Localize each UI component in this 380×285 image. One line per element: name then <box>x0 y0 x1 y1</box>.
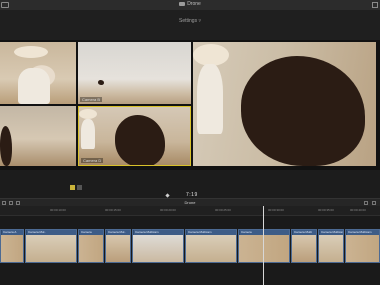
angle-viewer: Camera B Camera D <box>0 40 380 170</box>
title-bar: Drone <box>0 0 380 10</box>
clip[interactable]: Camera Multicam <box>318 229 344 263</box>
person-shape <box>81 119 95 149</box>
audio-switch-icon[interactable] <box>77 185 82 190</box>
hat-shape <box>14 46 48 58</box>
clip[interactable]: Camera Multi <box>291 229 317 263</box>
main-viewer[interactable] <box>193 42 376 166</box>
clip[interactable]: Camera <box>238 229 290 263</box>
ruler-tick: 00:00:35:00 <box>318 208 334 212</box>
clip[interactable]: Camera Mul.. <box>105 229 131 263</box>
ruler-tick: 00:00:10:00 <box>50 208 66 212</box>
angle-label: Camera D <box>81 158 104 163</box>
timeline-name: Drone <box>184 200 196 205</box>
person-shape <box>18 68 50 104</box>
person-shape <box>197 64 223 134</box>
ruler-tick: 00:00:40:00 <box>350 208 366 212</box>
clip[interactable]: Camera Multicam <box>132 229 184 263</box>
clip[interactable]: Camera Mul.. <box>25 229 77 263</box>
ruler-tick: 00:00:30:00 <box>268 208 284 212</box>
clip[interactable]: Camera <box>78 229 104 263</box>
ruler-tick: 00:00:25:00 <box>215 208 231 212</box>
clip-thumbnail <box>292 235 316 262</box>
clip-thumbnail <box>26 235 76 262</box>
camera-icon <box>179 1 186 6</box>
horse-shape <box>241 56 365 166</box>
clip-thumbnail <box>319 235 343 262</box>
horse-shape <box>0 126 12 166</box>
horse-shape <box>115 115 165 165</box>
hat-shape <box>79 109 97 119</box>
angle-c[interactable] <box>0 106 76 166</box>
viewer-header: Settings ▿ <box>0 10 380 40</box>
window-title: Drone <box>0 1 380 7</box>
clip-thumbnail <box>186 235 236 262</box>
angle-a[interactable] <box>0 42 76 104</box>
clip-appearance-icon[interactable] <box>372 201 376 205</box>
timeline-ruler[interactable]: 00:00:10:00 00:00:15:00 00:00:20:00 00:0… <box>0 206 380 216</box>
angle-d-active[interactable]: Camera D <box>78 106 191 166</box>
timeline-clips: Camera A Camera Mul.. Camera Camera Mul.… <box>0 229 380 263</box>
ruler-tick: 00:00:20:00 <box>160 208 176 212</box>
clip-thumbnail <box>1 235 23 262</box>
window-title-text: Drone <box>187 1 201 7</box>
clip-thumbnail <box>133 235 183 262</box>
timeline-toolbar: Drone <box>0 198 380 206</box>
ruler-tick: 00:00:15:00 <box>105 208 121 212</box>
clip[interactable]: Camera Multicam <box>185 229 237 263</box>
timeline-playhead[interactable] <box>263 206 264 285</box>
clip[interactable]: Camera A <box>0 229 24 263</box>
clip[interactable]: Camera Multicam <box>345 229 380 263</box>
clip-thumbnail <box>239 235 289 262</box>
settings-dropdown[interactable]: Settings ▿ <box>0 18 380 24</box>
distant-horse <box>98 80 104 85</box>
clip-thumbnail <box>79 235 103 262</box>
clip-thumbnail <box>106 235 130 262</box>
video-switch-icon[interactable] <box>70 185 75 190</box>
fullscreen-icon[interactable] <box>372 2 378 8</box>
hat-shape <box>193 44 229 66</box>
transport-bar: 7:19 <box>0 170 380 198</box>
angle-b[interactable]: Camera B <box>78 42 191 104</box>
angle-label: Camera B <box>80 97 103 102</box>
clip-thumbnail <box>346 235 379 262</box>
zoom-icon[interactable] <box>364 201 368 205</box>
play-icon[interactable] <box>165 193 170 198</box>
